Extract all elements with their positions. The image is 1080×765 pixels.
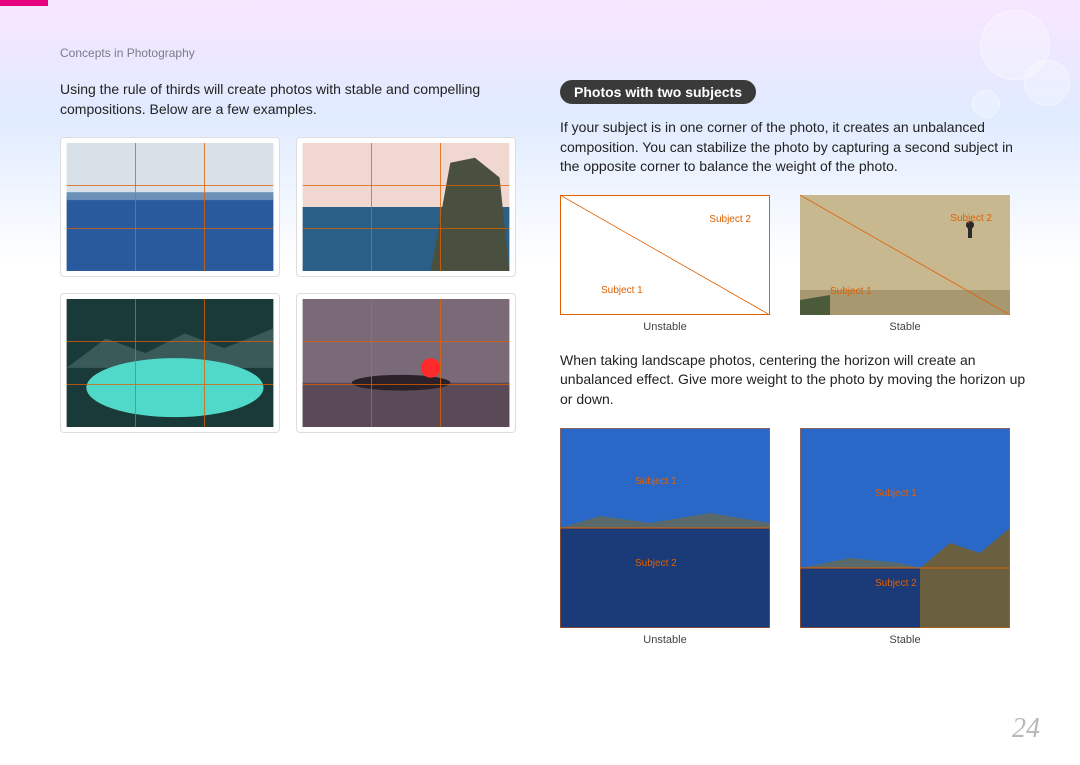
example-photo-ocean — [60, 137, 280, 277]
subject-label: Subject 2 — [635, 558, 677, 569]
subject-label: Subject 1 — [875, 488, 917, 499]
example-photo-sunset — [296, 293, 516, 433]
stable-landscape: Subject 1 Subject 2 Stable — [800, 428, 1010, 646]
example-photo-cliff — [296, 137, 516, 277]
unstable-diagram: Subject 2 Subject 1 Unstable — [560, 195, 770, 333]
subject-label: Subject 2 — [709, 214, 751, 225]
diagram-caption: Stable — [800, 321, 1010, 333]
horizon-diagram-row: Subject 1 Subject 2 Unstable Subject 1 S… — [560, 428, 1030, 646]
diagram-caption: Stable — [800, 634, 1010, 646]
left-column: Using the rule of thirds will create pho… — [60, 80, 520, 433]
subject-label: Subject 1 — [830, 286, 872, 297]
example-grid — [60, 137, 520, 433]
unstable-landscape: Subject 1 Subject 2 Unstable — [560, 428, 770, 646]
balance-diagram-row: Subject 2 Subject 1 Unstable Subject 2 S… — [560, 195, 1030, 333]
stable-diagram: Subject 2 Subject 1 Stable — [800, 195, 1010, 333]
breadcrumb-header: Concepts in Photography — [60, 46, 195, 60]
right-column: Photos with two subjects If your subject… — [560, 80, 1030, 646]
subject-label: Subject 2 — [875, 578, 917, 589]
diagram-caption: Unstable — [560, 634, 770, 646]
subject-label: Subject 2 — [950, 213, 992, 224]
bokeh-circle — [1024, 60, 1070, 106]
two-subjects-text: If your subject is in one corner of the … — [560, 118, 1030, 177]
intro-text: Using the rule of thirds will create pho… — [60, 80, 520, 119]
subject-label: Subject 1 — [601, 285, 643, 296]
section-title-pill: Photos with two subjects — [560, 80, 756, 104]
diagram-caption: Unstable — [560, 321, 770, 333]
example-photo-lake — [60, 293, 280, 433]
page-number: 24 — [1012, 713, 1040, 745]
top-accent-bar — [0, 0, 48, 6]
subject-label: Subject 1 — [635, 476, 677, 487]
horizon-text: When taking landscape photos, centering … — [560, 351, 1030, 410]
